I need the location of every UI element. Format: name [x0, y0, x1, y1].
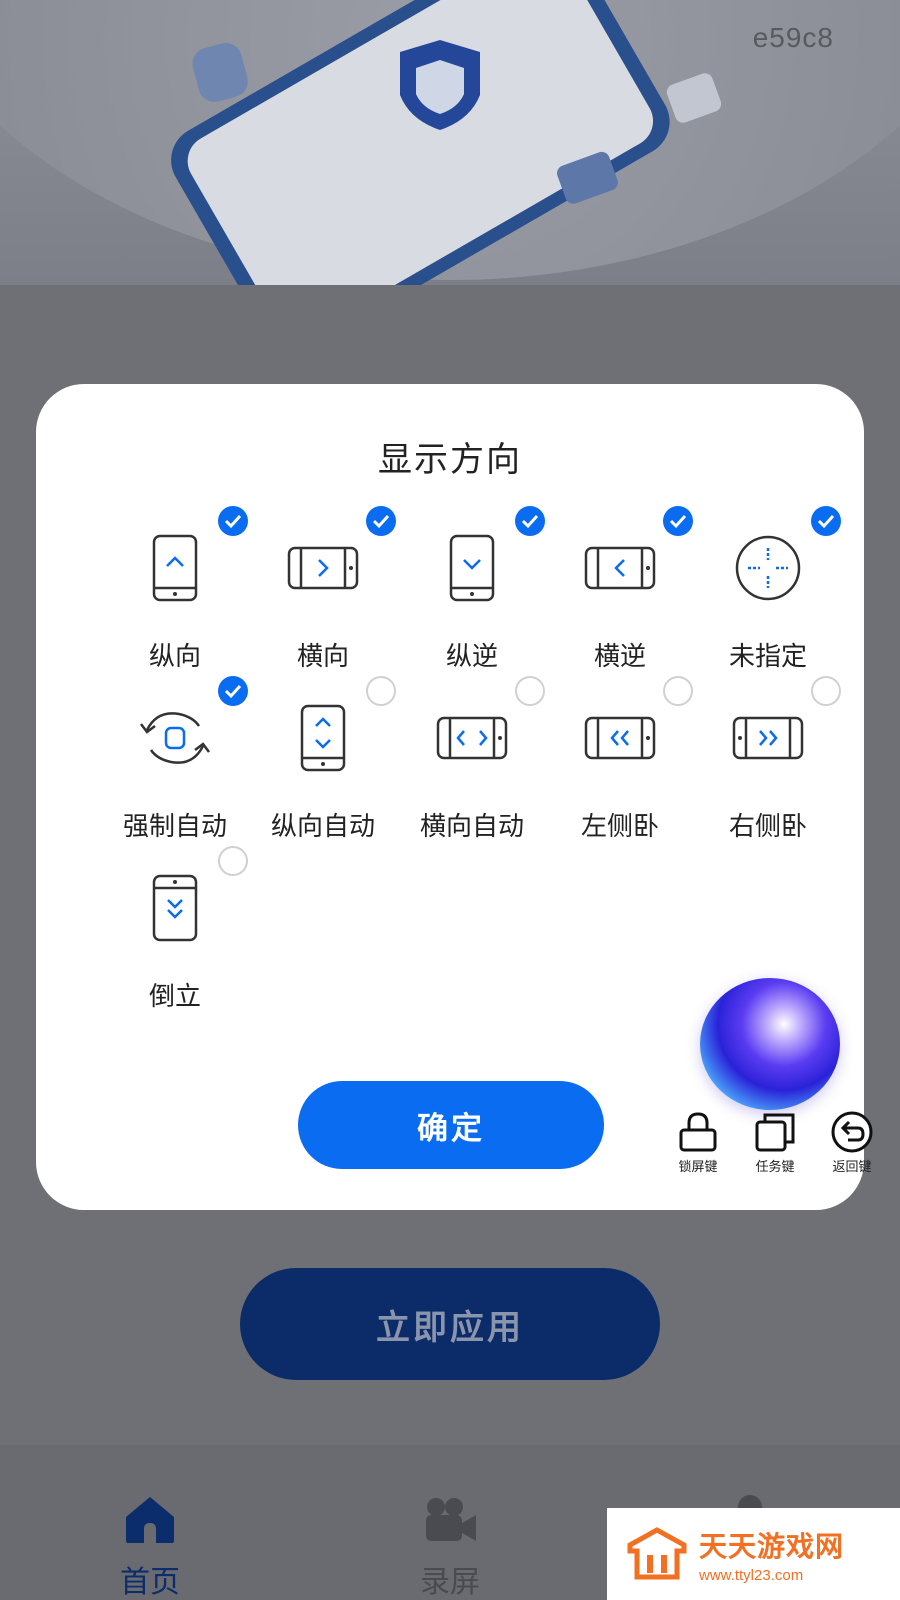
option-label: 未指定 [728, 642, 807, 672]
option-label: 纵向自动 [270, 812, 375, 842]
task-icon [755, 1113, 795, 1152]
checkbox-unchecked[interactable] [663, 676, 693, 706]
checkbox-checked[interactable] [811, 506, 841, 536]
checkbox-checked[interactable] [515, 506, 545, 536]
checkbox-unchecked[interactable] [515, 676, 545, 706]
checkbox-checked[interactable] [218, 676, 248, 706]
watermark-title: 天天游戏网 [699, 1529, 845, 1563]
option-portrait[interactable]: 纵向 [100, 506, 250, 700]
checkbox-checked[interactable] [366, 506, 396, 536]
portrait-icon [152, 534, 198, 602]
option-portrait-auto[interactable]: 纵向自动 [248, 676, 398, 870]
hero-banner: e59c8 [0, 0, 900, 285]
option-label: 横逆 [593, 642, 646, 672]
floating-assistant-ball[interactable] [700, 978, 840, 1110]
back-key-label: 返回键 [832, 1160, 872, 1175]
watermark-url: www.ttyl23.com [699, 1566, 804, 1584]
checkbox-unchecked[interactable] [366, 676, 396, 706]
option-force-auto[interactable]: 强制自动 [100, 676, 250, 870]
site-watermark: 天天游戏网 www.ttyl23.com [607, 1508, 900, 1600]
watermark-logo [627, 1527, 687, 1580]
lock-icon [679, 1112, 717, 1152]
tab-label: 首页 [120, 1565, 180, 1600]
lock-key-label: 锁屏键 [678, 1160, 718, 1175]
option-label: 左侧卧 [580, 812, 659, 842]
back-key[interactable]: 返回键 [816, 1110, 888, 1175]
apply-now-button: 立即应用 [240, 1268, 660, 1380]
option-unspecified[interactable]: 未指定 [693, 506, 843, 700]
option-landscape-auto[interactable]: 横向自动 [397, 676, 547, 870]
option-lie-left[interactable]: 左侧卧 [545, 676, 695, 870]
tab-home: 首页 [80, 1493, 220, 1600]
lie-left-icon [584, 716, 656, 760]
landscape-icon [287, 546, 359, 590]
reverse-landscape-icon [584, 546, 656, 590]
option-reverse-landscape[interactable]: 横逆 [545, 506, 695, 700]
back-icon [831, 1111, 873, 1153]
task-key[interactable]: 任务键 [739, 1110, 811, 1175]
landscape-auto-icon [436, 716, 508, 760]
option-lie-right[interactable]: 右侧卧 [693, 676, 843, 870]
option-label: 倒立 [148, 982, 201, 1012]
reverse-portrait-icon [449, 534, 495, 602]
option-label: 强制自动 [122, 812, 227, 842]
tab-label: 录屏 [420, 1565, 480, 1600]
checkbox-unchecked[interactable] [811, 676, 841, 706]
portrait-auto-icon [300, 704, 346, 772]
unspecified-icon [735, 535, 801, 601]
option-label: 横向自动 [419, 812, 524, 842]
checkbox-checked[interactable] [663, 506, 693, 536]
lie-right-icon [732, 716, 804, 760]
dialog-title: 显示方向 [378, 440, 522, 480]
option-upside-down[interactable]: 倒立 [100, 846, 250, 1040]
option-label: 横向 [296, 642, 349, 672]
task-key-label: 任务键 [755, 1160, 795, 1175]
home-icon [126, 1497, 174, 1543]
checkbox-unchecked[interactable] [218, 846, 248, 876]
option-label: 纵向 [148, 642, 201, 672]
video-camera-icon [426, 1498, 476, 1541]
option-reverse-portrait[interactable]: 纵逆 [397, 506, 547, 700]
force-auto-rotate-icon [140, 712, 210, 764]
option-label: 纵逆 [445, 642, 498, 672]
upside-down-icon [152, 874, 198, 942]
lock-screen-key[interactable]: 锁屏键 [662, 1110, 734, 1175]
tab-record: 录屏 [380, 1493, 520, 1600]
option-landscape[interactable]: 横向 [248, 506, 398, 700]
hero-code-text: e59c8 [752, 22, 834, 53]
confirm-button[interactable]: 确定 [298, 1081, 604, 1169]
option-label: 右侧卧 [728, 812, 807, 842]
checkbox-checked[interactable] [218, 506, 248, 536]
